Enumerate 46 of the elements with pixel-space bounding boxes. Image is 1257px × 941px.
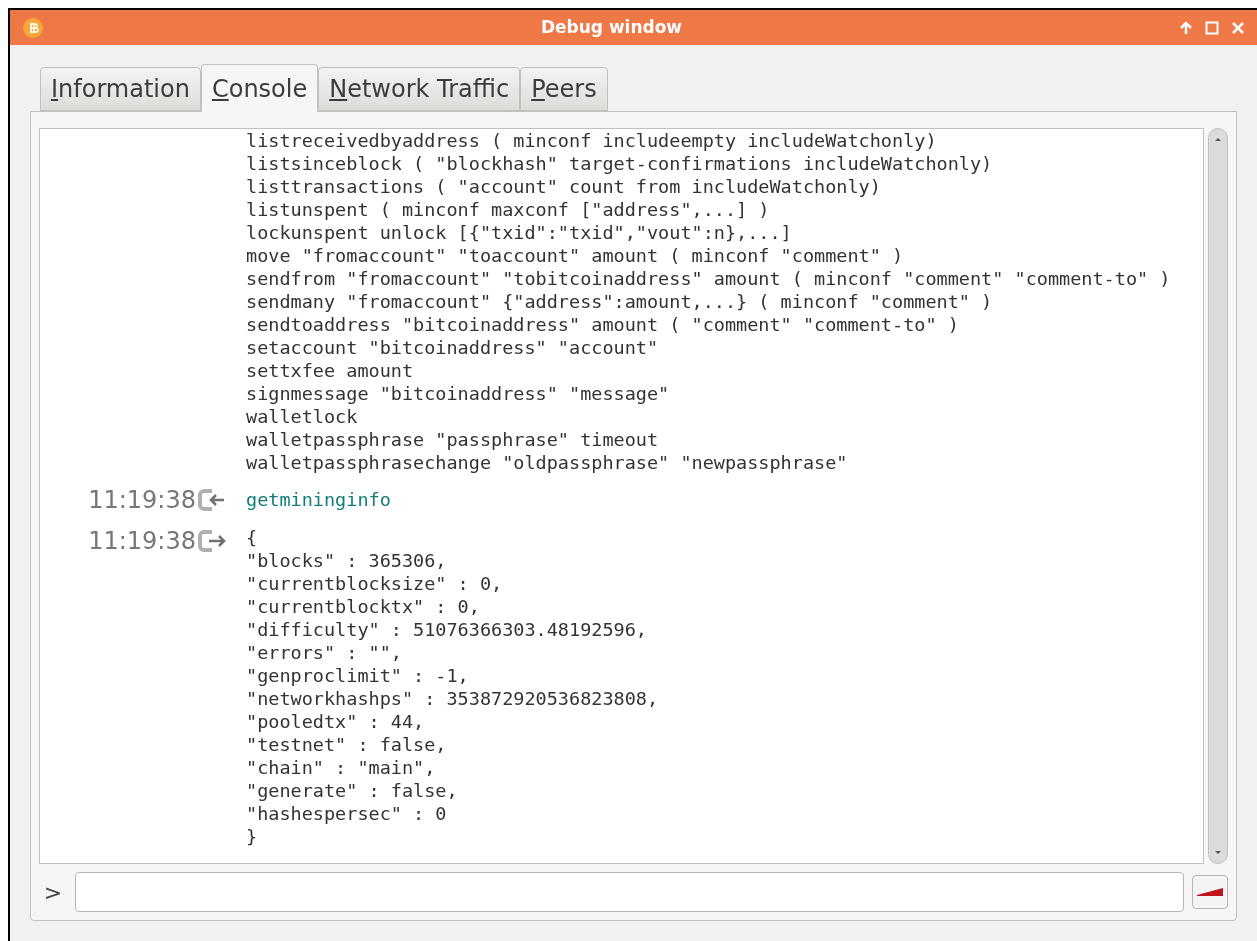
arrow-out-icon [198, 529, 228, 553]
output-line: "networkhashps" : 353872920536823808, [246, 687, 659, 710]
tab[interactable]: Console [200, 64, 319, 112]
output-line: move "fromaccount" "toaccount" amount ( minconf "comment" ) [246, 244, 905, 267]
output-line: "chain" : "main", [246, 756, 437, 779]
output-line: signmessage "bitcoinaddress" "message" [246, 382, 671, 405]
scrollbar[interactable] [1208, 128, 1228, 864]
output-line: lockunspent unlock [{"txid":"txid","vout":n},...] [246, 221, 793, 244]
output-line: } [246, 825, 259, 848]
output-line: sendmany "fromaccount" {"address":amount,...} ( minconf "comment" ) [246, 290, 994, 313]
output-line: walletpassphrasechange "oldpassphrase" "newpassphrase" [246, 451, 849, 474]
output-line: "testnet" : false, [246, 733, 448, 756]
output-line: listtransactions ( "account" count from includeWatchonly) [246, 175, 882, 198]
output-line: "errors" : "", [246, 641, 403, 664]
coin-icon [22, 16, 44, 39]
output-line: walletlock [246, 405, 359, 428]
arrow-up-icon[interactable] [1179, 20, 1193, 35]
output-line: listsinceblock ( "blockhash" target-confirmations includeWatchonly) [246, 152, 994, 175]
output-line: sendtoaddress "bitcoinaddress" amount ( "comment" "comment-to" ) [246, 313, 960, 336]
output-line: "hashespersec" : 0 [246, 802, 448, 825]
output-line: "currentblocktx" : 0, [246, 595, 481, 618]
window-title: Debug window [540, 15, 683, 39]
output-line: "currentblocksize" : 0, [246, 572, 504, 595]
output-line: "blocks" : 365306, [246, 549, 448, 572]
tab[interactable]: Peers [520, 67, 608, 111]
output-line: setaccount "bitcoinaddress" "account" [246, 336, 660, 359]
output-line: sendfrom "fromaccount" "tobitcoinaddress" amount ( minconf "comment" "comment-to" ) [246, 267, 1171, 290]
output-line: listunspent ( minconf maxconf ["address",...] ) [246, 198, 771, 221]
tab[interactable]: Information [40, 67, 201, 111]
output-line: { [246, 526, 259, 549]
output-line: settxfee amount [246, 359, 415, 382]
maximize-icon[interactable] [1205, 20, 1219, 35]
output-line: "genproclimit" : -1, [246, 664, 470, 687]
output-line: "pooledtx" : 44, [246, 710, 426, 733]
timestamp: 11:19:38 [88, 485, 196, 516]
tab[interactable]: Network Traffic [318, 67, 521, 111]
prompt-label: > [42, 878, 64, 907]
close-icon[interactable] [1231, 20, 1245, 35]
output-line: "generate" : false, [246, 779, 459, 802]
command-input[interactable] [75, 872, 1184, 912]
command-text: getmininginfo [246, 488, 391, 511]
timestamp: 11:19:38 [88, 526, 196, 557]
output-line: "difficulty" : 51076366303.48192596, [246, 618, 648, 641]
clear-button[interactable] [1192, 875, 1228, 909]
output-line: walletpassphrase "passphrase" timeout [246, 428, 660, 451]
output-line: listreceivedbyaddress ( minconf includeempty includeWatchonly) [246, 129, 938, 152]
